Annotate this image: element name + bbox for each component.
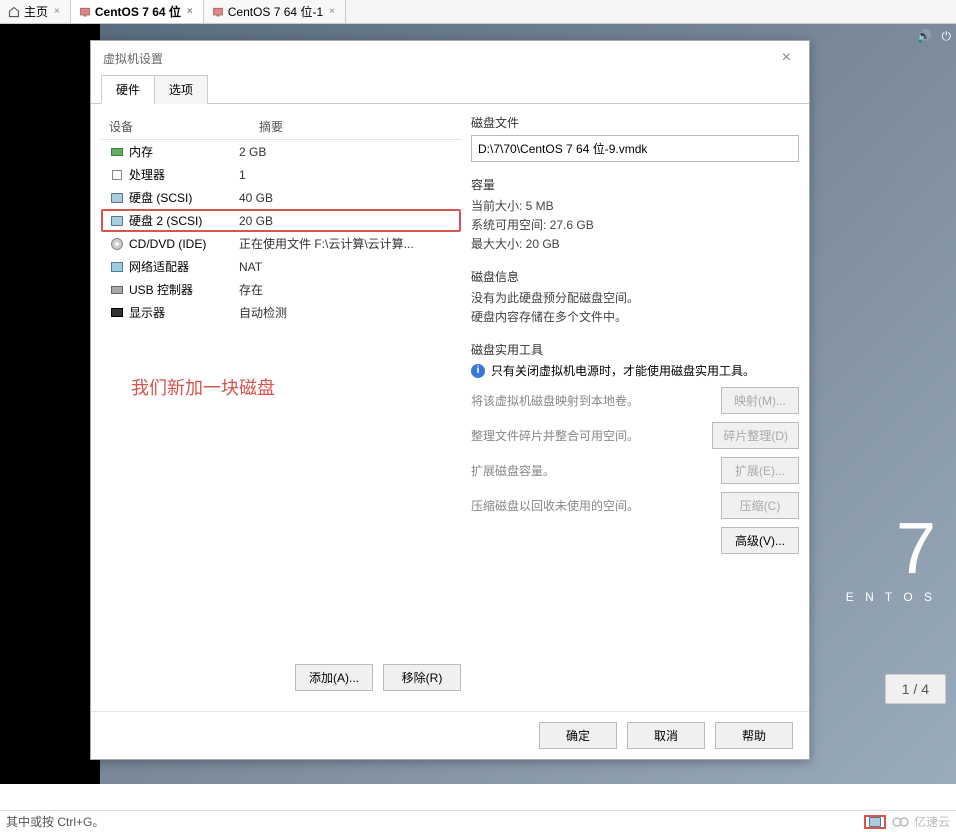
disk-file-field[interactable]: D:\7\70\CentOS 7 64 位-9.vmdk — [471, 135, 799, 162]
hardware-panel: 设备 摘要 内存 2 GB 处理器 1 硬盘 (SCSI) 40 GB 硬盘 2… — [101, 114, 461, 701]
tab-label: CentOS 7 64 位-1 — [228, 3, 323, 20]
close-icon[interactable]: × — [185, 6, 195, 17]
volume-icon[interactable]: 🔊 — [917, 29, 932, 44]
ok-button[interactable]: 确定 — [539, 722, 617, 749]
device-row-memory[interactable]: 内存 2 GB — [101, 140, 461, 163]
status-disk-icon[interactable] — [864, 815, 886, 829]
info-icon: i — [471, 364, 485, 378]
power-icon[interactable]: ⏻ — [942, 29, 952, 44]
close-icon[interactable]: × — [776, 49, 797, 67]
device-row-usb[interactable]: USB 控制器 存在 — [101, 278, 461, 301]
disk-icon — [109, 216, 125, 226]
brand-name: E N T O S — [846, 590, 936, 604]
disk-info-line: 没有为此硬盘预分配磁盘空间。 — [471, 289, 799, 306]
brand-number: 7 — [846, 508, 936, 590]
disk-info-line: 硬盘内容存储在多个文件中。 — [471, 308, 799, 325]
add-button[interactable]: 添加(A)... — [295, 664, 373, 691]
util-row-compact: 压缩磁盘以回收未使用的空间。 压缩(C) — [471, 492, 799, 519]
disk-info-label: 磁盘信息 — [471, 268, 799, 285]
hardware-list: 内存 2 GB 处理器 1 硬盘 (SCSI) 40 GB 硬盘 2 (SCSI… — [101, 139, 461, 324]
cancel-button[interactable]: 取消 — [627, 722, 705, 749]
tab-options[interactable]: 选项 — [154, 75, 208, 104]
col-device: 设备 — [109, 118, 259, 135]
dialog-body: 设备 摘要 内存 2 GB 处理器 1 硬盘 (SCSI) 40 GB 硬盘 2… — [91, 104, 809, 711]
capacity-label: 容量 — [471, 176, 799, 193]
remove-button[interactable]: 移除(R) — [383, 664, 461, 691]
cd-icon — [109, 238, 125, 250]
home-icon — [8, 6, 20, 18]
compact-button[interactable]: 压缩(C) — [721, 492, 799, 519]
disk-utilities-section: 磁盘实用工具 i 只有关闭虚拟机电源时，才能使用磁盘实用工具。 将该虚拟机磁盘映… — [471, 341, 799, 554]
help-button[interactable]: 帮助 — [715, 722, 793, 749]
util-row-map: 将该虚拟机磁盘映射到本地卷。 映射(M)... — [471, 387, 799, 414]
hardware-header: 设备 摘要 — [101, 114, 461, 139]
close-icon[interactable]: × — [52, 6, 62, 17]
disk-info-section: 磁盘信息 没有为此硬盘预分配磁盘空间。 硬盘内容存储在多个文件中。 — [471, 268, 799, 327]
dialog-title: 虚拟机设置 — [103, 50, 163, 67]
tab-label: 主页 — [24, 3, 48, 20]
advanced-button[interactable]: 高级(V)... — [721, 527, 799, 554]
device-row-cddvd[interactable]: CD/DVD (IDE) 正在使用文件 F:\云计算\云计算... — [101, 232, 461, 255]
disk-icon — [109, 193, 125, 203]
capacity-current: 当前大小: 5 MB — [471, 197, 799, 214]
util-row-defrag: 整理文件碎片并整合可用空间。 碎片整理(D) — [471, 422, 799, 449]
device-row-processor[interactable]: 处理器 1 — [101, 163, 461, 186]
disk-file-label: 磁盘文件 — [471, 114, 799, 131]
vm-settings-dialog: 虚拟机设置 × 硬件 选项 设备 摘要 内存 2 GB 处理器 1 — [90, 40, 810, 760]
network-icon — [109, 262, 125, 272]
device-row-display[interactable]: 显示器 自动检测 — [101, 301, 461, 324]
capacity-free: 系统可用空间: 27.6 GB — [471, 216, 799, 233]
close-icon[interactable]: × — [327, 6, 337, 17]
map-button[interactable]: 映射(M)... — [721, 387, 799, 414]
memory-icon — [109, 148, 125, 156]
desktop-controls: 🔊 ⏻ — [917, 29, 951, 44]
watermark: 亿速云 — [892, 813, 950, 830]
expand-button[interactable]: 扩展(E)... — [721, 457, 799, 484]
status-bar: 其中或按 Ctrl+G。 亿速云 — [0, 810, 956, 832]
col-summary: 摘要 — [259, 118, 453, 135]
util-row-expand: 扩展磁盘容量。 扩展(E)... — [471, 457, 799, 484]
main-tab-bar: 主页 × CentOS 7 64 位 × CentOS 7 64 位-1 × — [0, 0, 956, 24]
annotation-text: 我们新加一块磁盘 — [101, 324, 461, 450]
tab-home[interactable]: 主页 × — [0, 0, 71, 23]
usb-icon — [109, 286, 125, 294]
disk-file-section: 磁盘文件 D:\7\70\CentOS 7 64 位-9.vmdk — [471, 114, 799, 162]
device-buttons: 添加(A)... 移除(R) — [101, 654, 461, 701]
disk-util-label: 磁盘实用工具 — [471, 341, 799, 358]
vm-icon — [79, 6, 91, 18]
dialog-title-bar: 虚拟机设置 × — [91, 41, 809, 75]
status-right: 亿速云 — [864, 813, 950, 830]
tab-vm-1[interactable]: CentOS 7 64 位 × — [71, 0, 204, 23]
tab-hardware[interactable]: 硬件 — [101, 75, 155, 104]
capacity-max: 最大大小: 20 GB — [471, 235, 799, 252]
display-icon — [109, 308, 125, 317]
defrag-button[interactable]: 碎片整理(D) — [712, 422, 799, 449]
device-row-network[interactable]: 网络适配器 NAT — [101, 255, 461, 278]
tab-label: CentOS 7 64 位 — [95, 3, 181, 20]
advanced-row: 高级(V)... — [471, 527, 799, 554]
capacity-section: 容量 当前大小: 5 MB 系统可用空间: 27.6 GB 最大大小: 20 G… — [471, 176, 799, 254]
page-indicator[interactable]: 1 / 4 — [885, 674, 946, 704]
util-note: i 只有关闭虚拟机电源时，才能使用磁盘实用工具。 — [471, 362, 799, 379]
centos-brand: 7 E N T O S — [846, 508, 936, 604]
dialog-tabs: 硬件 选项 — [91, 75, 809, 104]
tab-vm-2[interactable]: CentOS 7 64 位-1 × — [204, 0, 346, 23]
device-row-disk-2[interactable]: 硬盘 2 (SCSI) 20 GB — [101, 209, 461, 232]
status-hint: 其中或按 Ctrl+G。 — [6, 813, 104, 830]
cpu-icon — [109, 170, 125, 180]
details-panel: 磁盘文件 D:\7\70\CentOS 7 64 位-9.vmdk 容量 当前大… — [471, 114, 799, 701]
device-row-disk-1[interactable]: 硬盘 (SCSI) 40 GB — [101, 186, 461, 209]
dialog-footer: 确定 取消 帮助 — [91, 711, 809, 759]
vm-icon — [212, 6, 224, 18]
